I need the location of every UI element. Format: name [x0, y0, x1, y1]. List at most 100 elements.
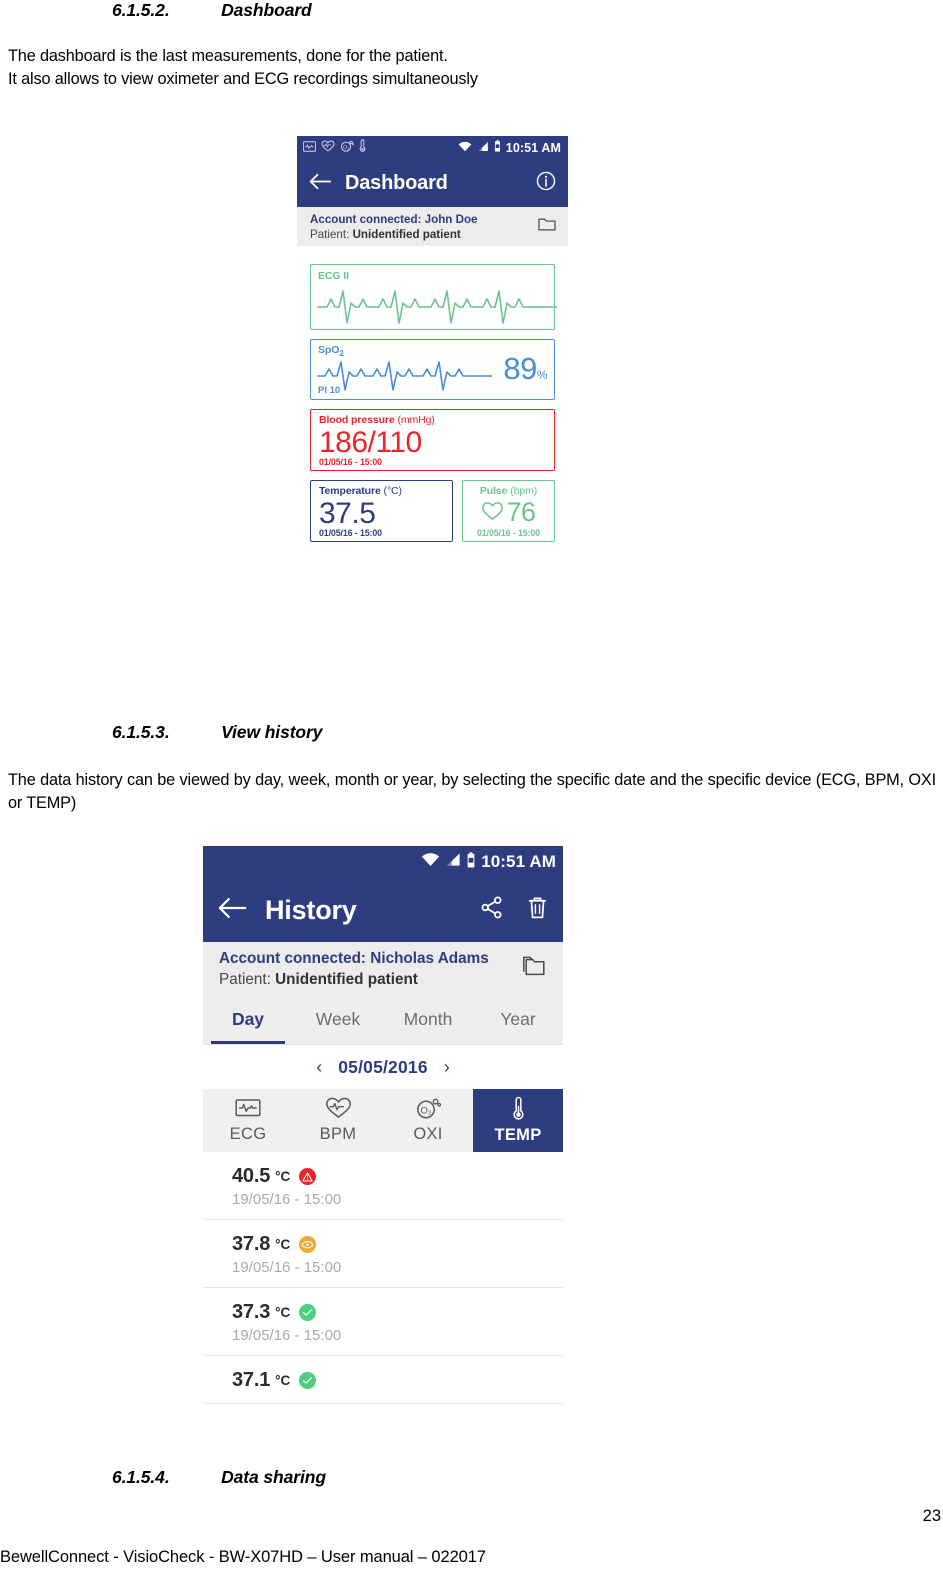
history-account-bar: Account connected: Nicholas Adams Patien… [203, 942, 563, 995]
measurement-value: 40.5 [232, 1165, 271, 1187]
history-app-bar: History [203, 878, 563, 942]
measurement-value: 37.3 [232, 1301, 271, 1323]
measurement-row[interactable]: 40.5 °C 19/05/16 - 15:00 [203, 1152, 563, 1220]
dashboard-description-line2: It also allows to view oximeter and ECG … [8, 70, 478, 88]
page-title: Dashboard [345, 172, 448, 194]
section-number: 6.1.5.2. [112, 0, 170, 20]
pulse-timestamp: 01/05/16 - 15:00 [477, 528, 540, 538]
spo2-card[interactable]: SpO2 89% PI 10 [310, 339, 555, 400]
measurement-row[interactable]: 37.3 °C 19/05/16 - 15:00 [203, 1288, 563, 1356]
device-tab-ecg[interactable]: ECG [203, 1089, 293, 1152]
history-app-screenshot: 10:51 AM History Account connected: Nich… [203, 846, 563, 1447]
folder-icon[interactable] [538, 217, 556, 237]
dashboard-app-bar: Dashboard [297, 160, 568, 207]
check-icon [299, 1372, 317, 1389]
arrow-left-icon[interactable] [309, 173, 332, 195]
status-bar-time: 10:51 AM [505, 141, 561, 155]
measurement-unit: °C [275, 1169, 291, 1184]
dashboard-cards: ECG II SpO2 89% PI 10 Blood pressure (mm… [297, 246, 568, 542]
share-icon[interactable] [479, 895, 504, 925]
ecg-card[interactable]: ECG II [310, 264, 557, 330]
document-page: 6.1.5.2. Dashboard The dashboard is the … [0, 0, 943, 1579]
tab-month[interactable]: Month [383, 995, 473, 1044]
pulse-card-label: Pulse (bpm) [479, 485, 538, 497]
measurement-timestamp: 19/05/16 - 15:00 [232, 1191, 342, 1208]
device-tab-label: ECG [229, 1124, 267, 1143]
account-name: Nicholas Adams [370, 949, 489, 967]
measurement-unit: °C [275, 1305, 291, 1320]
device-tab-label: TEMP [494, 1126, 542, 1144]
patient-name: Unidentified patient [275, 970, 418, 988]
temperature-value: 37.5 [319, 497, 376, 530]
tab-week[interactable]: Week [293, 995, 383, 1044]
thermometer-icon [359, 139, 366, 157]
ecg-card-label: ECG II [318, 270, 349, 282]
section-heading-dashboard: 6.1.5.2. Dashboard [112, 0, 312, 21]
device-tab-oxi[interactable]: O₂ OXI [383, 1089, 473, 1152]
bpm-heart-icon [321, 139, 335, 157]
battery-icon [466, 851, 476, 873]
patient-line: Patient: Unidentified patient [219, 969, 522, 990]
measurement-list: 40.5 °C 19/05/16 - 15:00 37.8 °C 19/05/1… [203, 1152, 563, 1404]
device-tab-temp[interactable]: TEMP [473, 1089, 563, 1152]
history-status-bar: 10:51 AM [203, 846, 563, 878]
temperature-card-label: Temperature (°C) [319, 485, 402, 497]
footer: BewellConnect - VisioCheck - BW-X07HD – … [0, 1548, 486, 1566]
account-connected-label: Account connected: [219, 949, 367, 967]
svg-text:O₂: O₂ [420, 1106, 431, 1117]
spo2-waveform [317, 361, 492, 391]
check-icon [299, 1304, 317, 1321]
tab-year[interactable]: Year [473, 995, 563, 1044]
device-tab-label: OXI [413, 1125, 443, 1143]
pulse-value-row: 76 [463, 497, 554, 527]
section-number: 6.1.5.3. [112, 722, 170, 742]
folder-icon[interactable] [522, 955, 548, 982]
bpm-heart-icon [325, 1097, 352, 1124]
selected-date[interactable]: 05/05/2016 [338, 1057, 428, 1078]
dashboard-description-line1: The dashboard is the last measurements, … [8, 47, 448, 65]
eye-icon [299, 1236, 317, 1253]
temperature-timestamp: 01/05/16 - 15:00 [319, 528, 382, 538]
tab-day[interactable]: Day [203, 995, 293, 1044]
measurement-value: 37.8 [232, 1233, 271, 1255]
measurement-unit: °C [275, 1237, 291, 1252]
status-bar-time: 10:51 AM [481, 852, 556, 871]
section-heading-data-sharing: 6.1.5.4. Data sharing [112, 1467, 326, 1488]
blood-pressure-card[interactable]: Blood pressure (mmHg) 186/110 01/05/16 -… [310, 409, 555, 471]
device-tab-bpm[interactable]: BPM [293, 1089, 383, 1152]
pulse-value: 76 [506, 497, 536, 527]
arrow-left-icon[interactable] [217, 897, 247, 924]
thermometer-icon [512, 1096, 525, 1125]
account-connected-line: Account connected: Nicholas Adams [219, 948, 522, 969]
account-connected-label: Account connected: [310, 212, 422, 226]
heart-outline-icon [481, 497, 504, 527]
prev-date-button[interactable]: ‹ [316, 1057, 322, 1078]
device-tab-bar: ECG BPM O₂ OXI TEMP [203, 1089, 563, 1152]
blood-pressure-value: 186/110 [319, 426, 422, 459]
section-number: 6.1.5.4. [112, 1467, 170, 1487]
section-title: View history [221, 722, 323, 742]
section-title: Dashboard [221, 0, 312, 20]
account-name: John Doe [424, 212, 478, 226]
dashboard-app-screenshot: O₂ 10:51 AM Dashboard Account connected:… [297, 136, 568, 568]
oxi-icon: O₂ [415, 1097, 442, 1124]
ecg-monitor-icon [303, 139, 316, 157]
period-tab-bar: Day Week Month Year [203, 995, 563, 1045]
signal-icon [445, 852, 461, 872]
page-title: History [265, 894, 357, 925]
temperature-card[interactable]: Temperature (°C) 37.5 01/05/16 - 15:00 [310, 480, 453, 542]
trash-icon[interactable] [526, 895, 549, 925]
info-circle-icon[interactable] [536, 171, 556, 196]
pulse-card[interactable]: Pulse (bpm) 76 01/05/16 - 15:00 [462, 480, 555, 542]
page-number: 23 [922, 1507, 941, 1525]
patient-line: Patient: Unidentified patient [310, 227, 538, 242]
section-heading-view-history: 6.1.5.3. View history [112, 722, 322, 743]
next-date-button[interactable]: › [444, 1057, 450, 1078]
temperature-pulse-row: Temperature (°C) 37.5 01/05/16 - 15:00 P… [310, 480, 555, 542]
ecg-waveform [317, 290, 557, 324]
account-connected-line: Account connected: John Doe [310, 212, 538, 227]
measurement-row[interactable]: 37.1 °C [203, 1356, 563, 1404]
measurement-row[interactable]: 37.8 °C 19/05/16 - 15:00 [203, 1220, 563, 1288]
measurement-value: 37.1 [232, 1369, 271, 1391]
spo2-perfusion-index: PI 10 [318, 385, 341, 396]
